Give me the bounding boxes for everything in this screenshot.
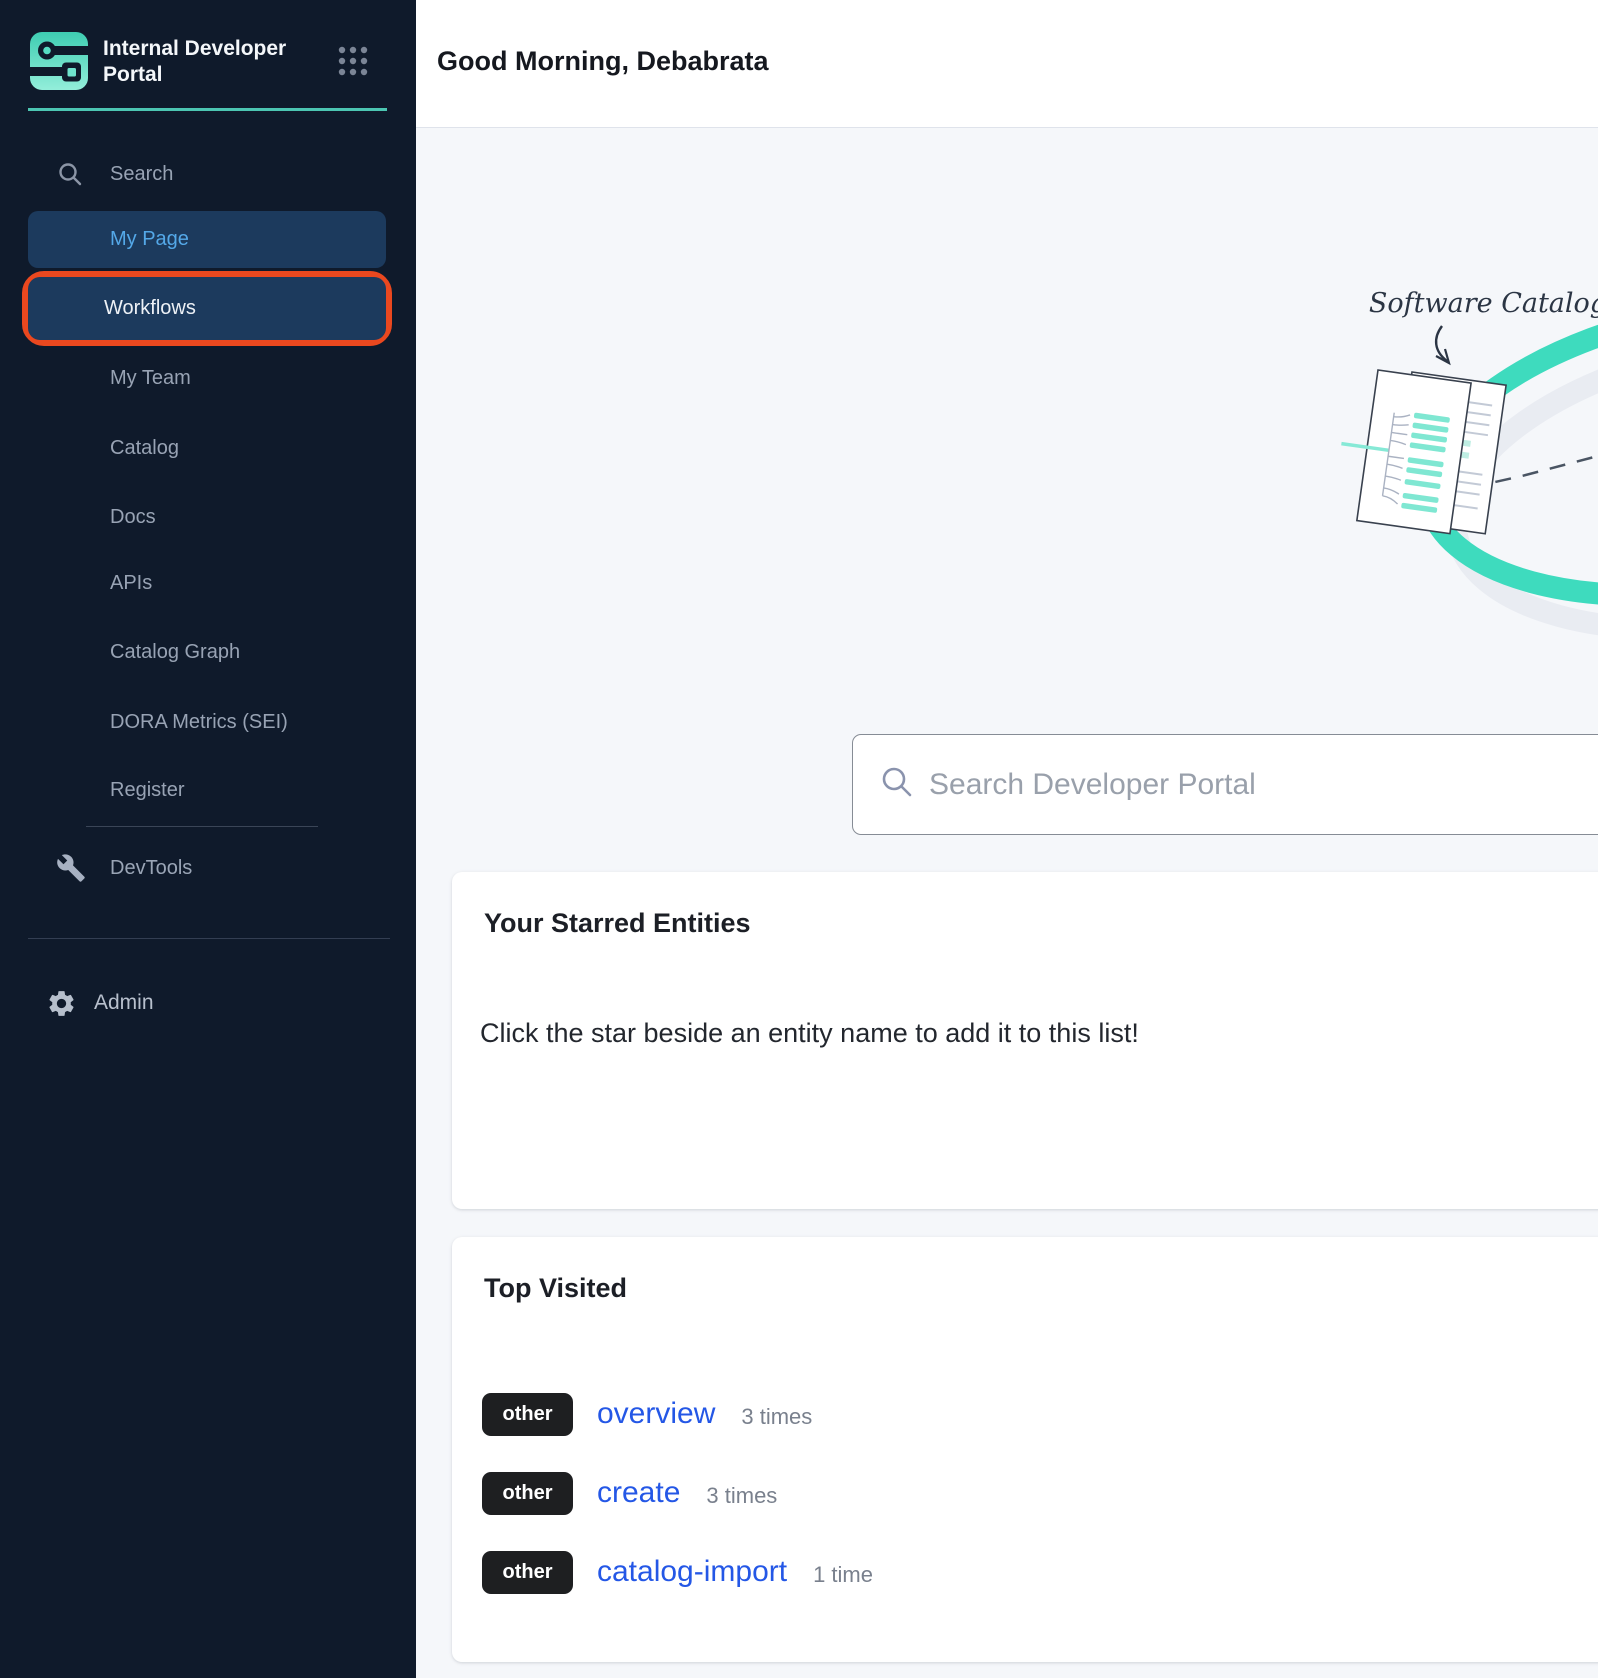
- brand-accent-divider: [28, 108, 387, 111]
- sidebar-item-label: DevTools: [110, 844, 192, 892]
- wrench-icon: [56, 853, 86, 888]
- sidebar-item-admin[interactable]: Admin: [0, 979, 416, 1027]
- sidebar-item-search[interactable]: Search: [0, 150, 416, 198]
- sidebar-divider: [28, 938, 390, 939]
- app-title-line1: Internal Developer: [103, 36, 286, 62]
- entity-kind-badge: other: [482, 1551, 573, 1594]
- gear-icon: [46, 988, 77, 1024]
- sidebar-item-my-page[interactable]: My Page: [28, 211, 386, 268]
- brand: Internal Developer Portal: [30, 32, 286, 95]
- catalog-paper-front: [1331, 366, 1471, 533]
- sidebar-item-label: Docs: [110, 493, 156, 541]
- annotation-highlight-ring: Workflows: [22, 271, 392, 346]
- sidebar-item-label: Catalog Graph: [110, 628, 240, 676]
- sidebar-item-label: Workflows: [28, 277, 386, 340]
- page-header: Good Morning, Debabrata: [416, 0, 1598, 128]
- sidebar: Internal Developer Portal Search My Page…: [0, 0, 416, 1678]
- apps-grid-icon[interactable]: [338, 46, 368, 81]
- main-content: Good Morning, Debabrata: [416, 0, 1598, 1678]
- sidebar-item-catalog[interactable]: Catalog: [0, 424, 416, 472]
- sidebar-item-label: DORA Metrics (SEI): [110, 698, 288, 746]
- entity-link-create[interactable]: create: [597, 1476, 680, 1510]
- app-title: Internal Developer Portal: [103, 32, 286, 95]
- starred-entities-card: Your Starred Entities Click the star bes…: [452, 872, 1598, 1209]
- card-title: Your Starred Entities: [484, 908, 751, 939]
- greeting-title: Good Morning, Debabrata: [437, 46, 769, 77]
- sidebar-item-dora-metrics[interactable]: DORA Metrics (SEI): [0, 698, 416, 746]
- software-catalog-illustration: Software Catalog: [1150, 230, 1598, 650]
- top-visited-row: other create 3 times: [482, 1471, 777, 1515]
- sidebar-item-label: Search: [110, 150, 173, 198]
- search-icon: [880, 765, 914, 804]
- entity-link-catalog-import[interactable]: catalog-import: [597, 1555, 787, 1589]
- entity-link-overview[interactable]: overview: [597, 1397, 715, 1431]
- sidebar-item-label: Catalog: [110, 424, 179, 472]
- sidebar-item-devtools[interactable]: DevTools: [0, 844, 416, 892]
- starred-empty-message: Click the star beside an entity name to …: [480, 1018, 1139, 1049]
- top-visited-row: other catalog-import 1 time: [482, 1550, 873, 1594]
- sidebar-item-my-team[interactable]: My Team: [0, 354, 416, 402]
- top-visited-card: Top Visited other overview 3 times other…: [452, 1237, 1598, 1662]
- entity-kind-badge: other: [482, 1472, 573, 1515]
- visit-count: 3 times: [706, 1483, 777, 1509]
- app-logo-icon: [30, 32, 88, 95]
- portal-search-bar[interactable]: [852, 734, 1598, 835]
- search-icon: [57, 161, 83, 192]
- sidebar-item-apis[interactable]: APIs: [0, 559, 416, 607]
- illustration-caption: Software Catalog: [1369, 288, 1598, 319]
- visit-count: 3 times: [741, 1404, 812, 1430]
- top-visited-row: other overview 3 times: [482, 1392, 812, 1436]
- sidebar-item-catalog-graph[interactable]: Catalog Graph: [0, 628, 416, 676]
- sidebar-item-label: My Team: [110, 354, 191, 402]
- sidebar-item-label: APIs: [110, 559, 152, 607]
- app-title-line2: Portal: [103, 62, 286, 88]
- sidebar-item-label: Register: [110, 766, 184, 814]
- sidebar-item-docs[interactable]: Docs: [0, 493, 416, 541]
- sidebar-item-label: My Page: [28, 211, 386, 268]
- sidebar-item-workflows[interactable]: Workflows: [28, 277, 386, 340]
- sidebar-divider: [86, 826, 318, 827]
- portal-search-input[interactable]: [929, 768, 1598, 802]
- sidebar-item-label: Admin: [94, 979, 154, 1027]
- visit-count: 1 time: [813, 1562, 873, 1588]
- entity-kind-badge: other: [482, 1393, 573, 1436]
- sidebar-item-register[interactable]: Register: [0, 766, 416, 814]
- card-title: Top Visited: [484, 1273, 627, 1304]
